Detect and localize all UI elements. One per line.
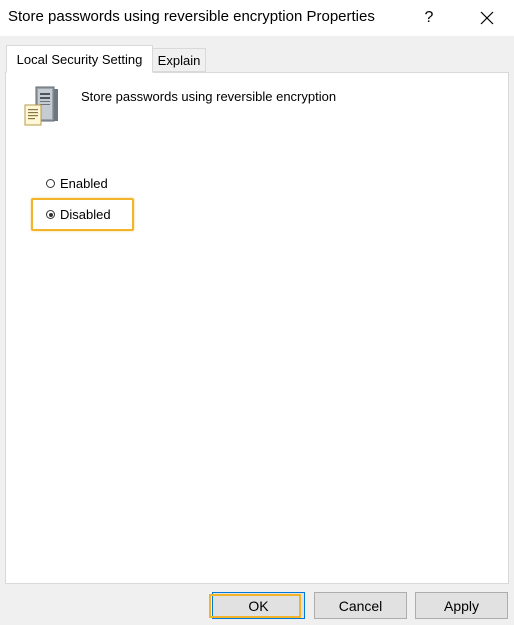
disabled-highlight bbox=[31, 198, 134, 231]
cancel-label: Cancel bbox=[338, 597, 383, 614]
tab-strip: Local Security Setting Explain bbox=[0, 36, 514, 73]
enabled-option[interactable]: Enabled bbox=[46, 176, 108, 191]
tab-label: Explain bbox=[157, 52, 201, 68]
tab-label: Local Security Setting bbox=[16, 51, 143, 67]
help-icon: ? bbox=[424, 9, 434, 26]
ok-label: OK bbox=[248, 597, 269, 614]
close-button[interactable] bbox=[464, 0, 510, 36]
button-bar: OK Cancel Apply bbox=[0, 584, 514, 625]
properties-dialog: Store passwords using reversible encrypt… bbox=[0, 0, 514, 625]
ok-button[interactable]: OK bbox=[212, 592, 305, 619]
help-button[interactable]: ? bbox=[406, 0, 452, 36]
apply-button[interactable]: Apply bbox=[415, 592, 508, 619]
title-bar: Store passwords using reversible encrypt… bbox=[0, 0, 514, 36]
close-icon bbox=[480, 11, 494, 25]
cancel-button[interactable]: Cancel bbox=[314, 592, 407, 619]
server-policy-icon bbox=[24, 86, 58, 126]
apply-label: Apply bbox=[443, 597, 480, 614]
policy-name: Store passwords using reversible encrypt… bbox=[81, 89, 337, 104]
tab-panel: Store passwords using reversible encrypt… bbox=[5, 72, 509, 584]
tab-local-security-setting[interactable]: Local Security Setting bbox=[6, 45, 153, 73]
enabled-label: Enabled bbox=[60, 176, 108, 191]
window-title: Store passwords using reversible encrypt… bbox=[8, 8, 375, 25]
enabled-radio[interactable] bbox=[46, 179, 55, 188]
tab-explain[interactable]: Explain bbox=[153, 48, 206, 72]
